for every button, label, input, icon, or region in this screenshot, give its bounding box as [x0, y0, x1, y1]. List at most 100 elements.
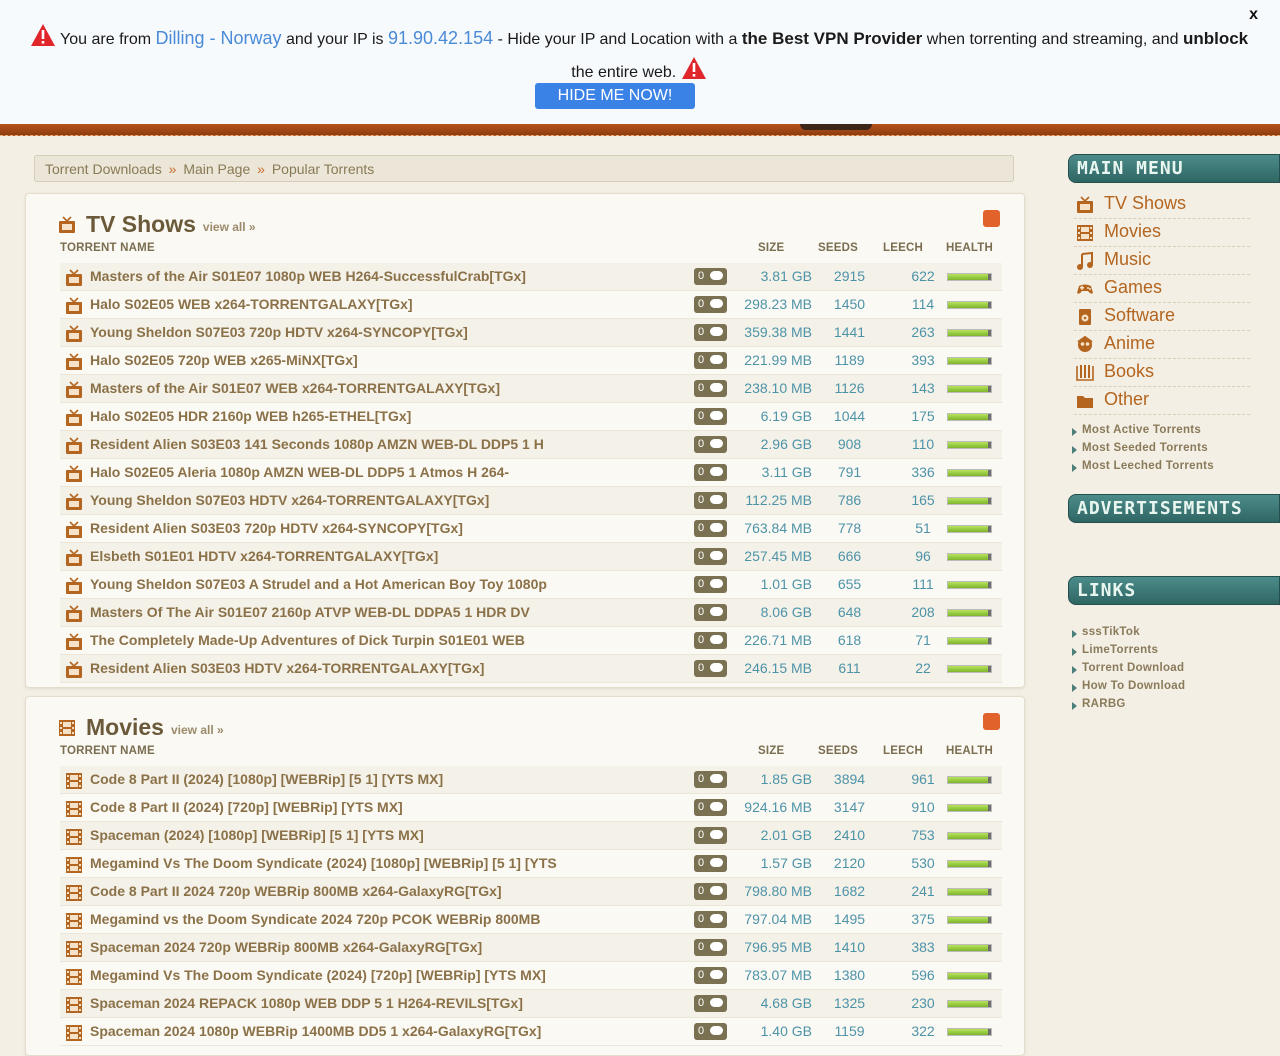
comment-count-badge[interactable]: 0: [694, 1023, 727, 1040]
comment-count-badge[interactable]: 0: [694, 296, 727, 313]
sidebar-link-ssstiktok[interactable]: sssTikTok: [1070, 626, 1185, 644]
hide-me-now-button[interactable]: HIDE ME NOW!: [535, 83, 695, 109]
torrent-seeds: 1380: [833, 967, 866, 983]
comment-count-badge[interactable]: 0: [694, 352, 727, 369]
sidebar-link-most-active-torrents[interactable]: Most Active Torrents: [1070, 424, 1214, 442]
sidebar-link-limetorrents[interactable]: LimeTorrents: [1070, 644, 1185, 662]
speech-bubble-icon: [710, 495, 723, 504]
main-menu-item-software[interactable]: Software: [1074, 303, 1250, 331]
torrent-name-link[interactable]: Code 8 Part II 2024 720p WEBRip 800MB x2…: [90, 878, 690, 905]
torrent-name-link[interactable]: Megamind Vs The Doom Syndicate (2024) [7…: [90, 962, 690, 989]
comment-count-badge[interactable]: 0: [694, 967, 727, 984]
torrent-name-link[interactable]: Megamind vs the Doom Syndicate 2024 720p…: [90, 906, 690, 933]
sidebar-link-rarbg[interactable]: RARBG: [1070, 698, 1185, 716]
comment-count-badge[interactable]: 0: [694, 408, 727, 425]
health-bar: [947, 916, 992, 924]
movies-view-all-link[interactable]: view all »: [171, 723, 224, 737]
torrent-name-link[interactable]: The Completely Made-Up Adventures of Dic…: [90, 627, 690, 654]
comment-count-badge[interactable]: 0: [694, 492, 727, 509]
col-leech: LEECH: [883, 242, 923, 254]
comment-count-badge[interactable]: 0: [694, 604, 727, 621]
torrent-size: 112.25 MB: [745, 492, 812, 508]
comment-count-badge[interactable]: 0: [694, 436, 727, 453]
comment-count-badge[interactable]: 0: [694, 548, 727, 565]
torrent-size: 221.99 MB: [744, 352, 812, 368]
comment-count-badge[interactable]: 0: [694, 520, 727, 537]
film-icon: [65, 856, 83, 877]
comment-count-badge[interactable]: 0: [694, 324, 727, 341]
torrent-name-link[interactable]: Spaceman (2024) [1080p] [WEBRip] [5 1] […: [90, 822, 690, 849]
comment-count-badge[interactable]: 0: [694, 268, 727, 285]
torrent-name-link[interactable]: Resident Alien S03E03 141 Seconds 1080p …: [90, 431, 690, 458]
torrent-name-link[interactable]: Halo S02E05 Aleria 1080p AMZN WEB-DL DDP…: [90, 459, 690, 486]
torrent-name-link[interactable]: Spaceman 2024 720p WEBRip 800MB x264-Gal…: [90, 934, 690, 961]
rss-icon[interactable]: [983, 210, 1000, 227]
tv-icon: [1076, 196, 1094, 219]
torrent-seeds: 908: [837, 436, 862, 452]
torrent-seeds: 1495: [833, 911, 866, 927]
comment-count: 0: [698, 438, 705, 450]
main-menu-item-music[interactable]: Music: [1074, 247, 1250, 275]
comment-count-badge[interactable]: 0: [694, 883, 727, 900]
torrent-name-link[interactable]: Code 8 Part II (2024) [1080p] [WEBRip] […: [90, 766, 690, 793]
comment-count: 0: [698, 829, 705, 841]
comment-count-badge[interactable]: 0: [694, 771, 727, 788]
torrent-size: 246.15 MB: [744, 660, 812, 676]
torrent-name-link[interactable]: Spaceman 2024 REPACK 1080p WEB DDP 5 1 H…: [90, 990, 690, 1017]
torrent-name-link[interactable]: Halo S02E05 HDR 2160p WEB h265-ETHEL[TGx…: [90, 403, 690, 430]
sidebar-link-most-leeched-torrents[interactable]: Most Leeched Torrents: [1070, 460, 1214, 478]
comment-count: 0: [698, 270, 705, 282]
movies-title[interactable]: Movies: [86, 714, 164, 741]
comment-count-badge[interactable]: 0: [694, 632, 727, 649]
torrent-name-link[interactable]: Masters of the Air S01E07 WEB x264-TORRE…: [90, 375, 690, 402]
sidebar-link-how-to-download[interactable]: How To Download: [1070, 680, 1185, 698]
torrent-name-link[interactable]: Resident Alien S03E03 720p HDTV x264-SYN…: [90, 515, 690, 542]
table-row: Resident Alien S03E03 720p HDTV x264-SYN…: [60, 515, 1002, 543]
sidebar-link-torrent-download[interactable]: Torrent Download: [1070, 662, 1185, 680]
comment-count-badge[interactable]: 0: [694, 855, 727, 872]
table-row: Young Sheldon S07E03 720p HDTV x264-SYNC…: [60, 319, 1002, 347]
comment-count-badge[interactable]: 0: [694, 464, 727, 481]
breadcrumb-torrent-downloads[interactable]: Torrent Downloads: [45, 161, 162, 177]
main-menu-item-movies[interactable]: Movies: [1074, 219, 1250, 247]
comment-count-badge[interactable]: 0: [694, 380, 727, 397]
main-menu-item-books[interactable]: Books: [1074, 359, 1250, 387]
main-menu-item-tv-shows[interactable]: TV Shows: [1074, 191, 1250, 219]
table-row: Code 8 Part II (2024) [720p] [WEBRip] [Y…: [60, 794, 1002, 822]
speech-bubble-icon: [710, 607, 723, 616]
comment-count-badge[interactable]: 0: [694, 660, 727, 677]
torrent-name-link[interactable]: Code 8 Part II (2024) [720p] [WEBRip] [Y…: [90, 794, 690, 821]
torrent-name-link[interactable]: Halo S02E05 WEB x264-TORRENTGALAXY[TGx]: [90, 291, 690, 318]
torrent-name-link[interactable]: Elsbeth S01E01 HDTV x264-TORRENTGALAXY[T…: [90, 543, 690, 570]
vpn-text-2: and your IP is: [286, 31, 384, 48]
torrent-name-link[interactable]: Masters of the Air S01E07 1080p WEB H264…: [90, 263, 690, 290]
main-menu-item-anime[interactable]: Anime: [1074, 331, 1250, 359]
torrent-name-link[interactable]: Young Sheldon S07E03 HDTV x264-TORRENTGA…: [90, 487, 690, 514]
health-bar: [947, 804, 992, 812]
comment-count-badge[interactable]: 0: [694, 827, 727, 844]
breadcrumb-main-page[interactable]: Main Page: [183, 161, 250, 177]
torrent-name-link[interactable]: Young Sheldon S07E03 A Strudel and a Hot…: [90, 571, 690, 598]
comment-count-badge[interactable]: 0: [694, 939, 727, 956]
health-bar-fill: [948, 945, 988, 951]
movies-header: Movies view all »: [58, 709, 224, 741]
torrent-name-link[interactable]: Halo S02E05 720p WEB x265-MiNX[TGx]: [90, 347, 690, 374]
health-bar-fill: [948, 973, 988, 979]
comment-count-badge[interactable]: 0: [694, 799, 727, 816]
comment-count-badge[interactable]: 0: [694, 576, 727, 593]
sidebar-link-most-seeded-torrents[interactable]: Most Seeded Torrents: [1070, 442, 1214, 460]
comment-count-badge[interactable]: 0: [694, 911, 727, 928]
main-menu-item-games[interactable]: Games: [1074, 275, 1250, 303]
torrent-name-link[interactable]: Young Sheldon S07E03 720p HDTV x264-SYNC…: [90, 319, 690, 346]
comment-count-badge[interactable]: 0: [694, 995, 727, 1012]
tv-view-all-link[interactable]: view all »: [203, 220, 256, 234]
torrent-name-link[interactable]: Masters Of The Air S01E07 2160p ATVP WEB…: [90, 599, 690, 626]
health-bar: [947, 776, 992, 784]
main-menu-item-other[interactable]: Other: [1074, 387, 1250, 415]
torrent-name-link[interactable]: Resident Alien S03E03 HDTV x264-TORRENTG…: [90, 655, 690, 682]
tv-shows-title[interactable]: TV Shows: [86, 211, 196, 238]
rss-icon[interactable]: [983, 713, 1000, 730]
torrent-name-link[interactable]: Megamind Vs The Doom Syndicate (2024) [1…: [90, 850, 690, 877]
torrent-name-link[interactable]: Spaceman 2024 1080p WEBRip 1400MB DD5 1 …: [90, 1018, 690, 1045]
tv-icon: [65, 605, 83, 626]
